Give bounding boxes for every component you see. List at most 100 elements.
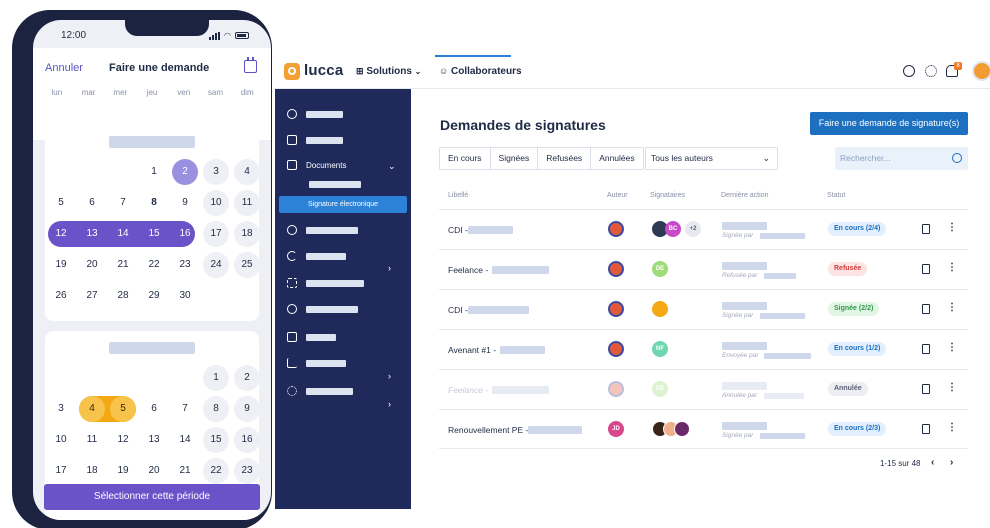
calendar-day[interactable]: 1 [141, 159, 167, 185]
calendar-day[interactable]: 6 [79, 190, 105, 216]
calendar-day[interactable]: 23 [234, 458, 260, 484]
calendar-day[interactable]: 28 [110, 283, 136, 309]
calendar-day[interactable]: 14 [110, 221, 136, 247]
sidebar-item[interactable] [287, 249, 346, 263]
calendar-day[interactable]: 5 [48, 190, 74, 216]
calendar-day[interactable]: 3 [48, 396, 74, 422]
calendar-day[interactable]: 8 [203, 396, 229, 422]
document-icon[interactable] [922, 384, 930, 394]
signer-avatar[interactable] [674, 421, 690, 437]
sidebar-subitem-placeholder[interactable] [309, 181, 361, 188]
calendar-day[interactable]: 17 [203, 221, 229, 247]
select-period-button[interactable]: Sélectionner cette période [44, 484, 260, 510]
tab-signees[interactable]: Signées [491, 148, 539, 169]
more-options-icon[interactable]: ⋮ [947, 423, 957, 433]
cancel-button[interactable]: Annuler [45, 62, 83, 74]
calendar-day[interactable]: 17 [48, 458, 74, 484]
calendar-day[interactable]: 7 [172, 396, 198, 422]
calendar-icon[interactable] [244, 57, 257, 73]
sidebar-item[interactable] [287, 276, 364, 290]
signers-more-badge[interactable]: +2 [685, 221, 701, 237]
calendar-day[interactable]: 13 [141, 427, 167, 453]
sidebar-item[interactable] [287, 223, 358, 237]
table-row[interactable]: Renouvellement PE - JD Signée par En cou… [439, 409, 968, 449]
calendar-day[interactable]: 3 [203, 159, 229, 185]
search-icon[interactable] [952, 153, 962, 163]
calendar-day[interactable]: 16 [234, 427, 260, 453]
more-options-icon[interactable]: ⋮ [947, 223, 957, 233]
calendar-day[interactable]: 6 [141, 396, 167, 422]
signer-avatar[interactable]: DE [652, 261, 668, 277]
authors-select[interactable]: Tous les auteurs ⌄ [645, 147, 778, 170]
calendar-day[interactable]: 26 [48, 283, 74, 309]
chevron-down-icon[interactable]: ⌄ [388, 161, 396, 172]
calendar-day[interactable]: 1 [203, 365, 229, 391]
author-avatar[interactable] [608, 301, 624, 317]
tab-en-cours[interactable]: En cours [440, 148, 491, 169]
nav-collaborateurs[interactable]: ☺ Collaborateurs [439, 66, 522, 77]
signer-avatar[interactable] [652, 301, 668, 317]
calendar-day[interactable]: 15 [141, 221, 167, 247]
calendar-day[interactable]: 22 [141, 252, 167, 278]
calendar-day[interactable]: 4 [234, 159, 260, 185]
calendar-day[interactable]: 20 [141, 458, 167, 484]
calendar-day[interactable]: 19 [48, 252, 74, 278]
calendar-day[interactable]: 10 [203, 190, 229, 216]
document-icon[interactable] [922, 264, 930, 274]
calendar-day[interactable]: 25 [234, 252, 260, 278]
author-avatar[interactable] [608, 261, 624, 277]
calendar-day[interactable]: 23 [172, 252, 198, 278]
column-header-libelle[interactable]: Libellé [448, 192, 468, 199]
help-icon[interactable] [903, 65, 915, 77]
previous-page-button[interactable]: ‹ [931, 457, 934, 468]
calendar-day[interactable]: 12 [110, 427, 136, 453]
more-options-icon[interactable]: ⋮ [947, 303, 957, 313]
tab-refusees[interactable]: Refusées [538, 148, 592, 169]
calendar-day[interactable]: 13 [79, 221, 105, 247]
sidebar-item[interactable] [287, 133, 343, 147]
author-avatar[interactable] [608, 381, 624, 397]
calendar-day[interactable]: 29 [141, 283, 167, 309]
avatar[interactable] [972, 61, 990, 81]
author-avatar[interactable] [608, 221, 624, 237]
new-signature-request-button[interactable]: Faire une demande de signature(s) [810, 112, 968, 135]
tab-annulees[interactable]: Annulées [591, 148, 642, 169]
sidebar-item-signature[interactable]: Signature électronique [279, 196, 407, 213]
author-avatar[interactable]: JD [608, 421, 624, 437]
calendar-day[interactable]: 18 [79, 458, 105, 484]
app-logo[interactable]: lucca [304, 62, 343, 79]
calendar-day[interactable]: 14 [172, 427, 198, 453]
document-icon[interactable] [922, 344, 930, 354]
calendar-day[interactable]: 15 [203, 427, 229, 453]
table-row[interactable]: CDI - Signée par Signée (2/2) ⋮ [439, 289, 968, 329]
signer-avatar[interactable]: BC [665, 221, 681, 237]
calendar-day[interactable]: 30 [172, 283, 198, 309]
document-icon[interactable] [922, 424, 930, 434]
calendar-day[interactable]: 4 [79, 396, 105, 422]
table-row[interactable]: Feelance - DE Annulée par Annulée ⋮ [439, 369, 968, 409]
more-options-icon[interactable]: ⋮ [947, 263, 957, 273]
calendar-day[interactable]: 2 [172, 159, 198, 185]
calendar-day[interactable]: 9 [172, 190, 198, 216]
calendar-day[interactable]: 22 [203, 458, 229, 484]
table-row[interactable]: Feelance - DE Refusée par Refusée ⋮ [439, 249, 968, 289]
settings-icon[interactable] [925, 65, 937, 77]
chevron-right-icon[interactable]: › [388, 399, 391, 409]
sidebar-item[interactable] [287, 302, 358, 316]
sidebar-item[interactable] [287, 356, 346, 370]
table-row[interactable]: Avenant #1 - NF Envoyée par En cours (1/… [439, 329, 968, 369]
signer-avatar[interactable]: DE [652, 381, 668, 397]
column-header-auteur[interactable]: Auteur [607, 192, 628, 199]
calendar-day[interactable]: 21 [110, 252, 136, 278]
calendar-day[interactable]: 11 [79, 427, 105, 453]
sidebar-item-documents[interactable]: Documents [287, 158, 346, 172]
sidebar-item[interactable] [287, 330, 336, 344]
nav-solutions[interactable]: ⊞ Solutions ⌄ [356, 66, 421, 77]
column-header-derniere-action[interactable]: Dernière action [721, 192, 768, 199]
sidebar-item[interactable] [287, 384, 353, 398]
calendar-day[interactable]: 8 [141, 190, 167, 216]
calendar-day[interactable]: 9 [234, 396, 260, 422]
more-options-icon[interactable]: ⋮ [947, 383, 957, 393]
calendar-day[interactable]: 24 [203, 252, 229, 278]
chevron-right-icon[interactable]: › [388, 371, 391, 381]
